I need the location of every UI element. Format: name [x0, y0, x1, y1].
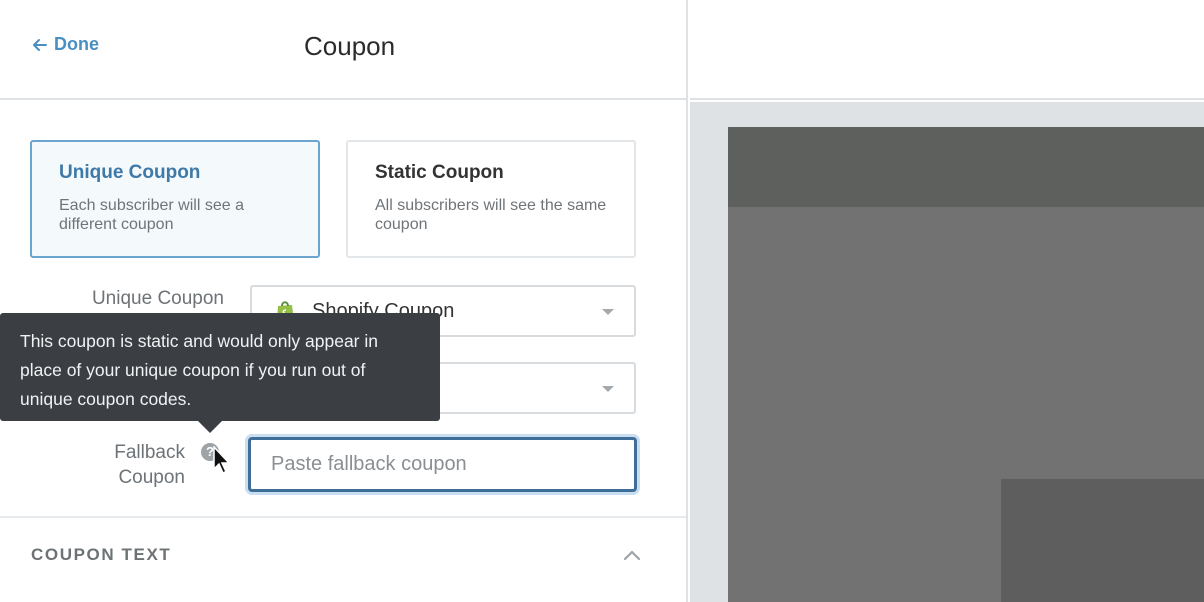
fallback-label-line2: Coupon [118, 467, 185, 488]
static-coupon-option[interactable]: Static Coupon All subscribers will see t… [346, 140, 636, 258]
chevron-down-icon [602, 386, 614, 392]
fallback-tooltip: This coupon is static and would only app… [0, 313, 440, 421]
done-label: Done [54, 34, 99, 54]
preview-header [690, 0, 1204, 100]
option-description: Each subscriber will see a different cou… [59, 197, 244, 233]
coupon-text-section-toggle[interactable]: COUPON TEXT [31, 545, 171, 565]
unique-coupon-label: Unique Coupon [91, 288, 224, 309]
arrow-left-icon [33, 38, 47, 51]
unique-coupon-option[interactable]: Unique Coupon Each subscriber will see a… [30, 140, 320, 258]
fallback-coupon-label: Fallback Coupon [80, 440, 185, 490]
fallback-label-line1: Fallback [114, 442, 185, 463]
section-divider [0, 516, 686, 518]
panel-header: Done Coupon [0, 0, 686, 100]
preview-inner-block [1001, 479, 1204, 602]
option-title: Unique Coupon [59, 162, 201, 183]
question-circle-icon[interactable]: ? [201, 443, 219, 461]
tooltip-arrow [198, 421, 222, 433]
option-title: Static Coupon [375, 162, 504, 183]
chevron-down-icon [602, 309, 614, 315]
page-title: Coupon [304, 31, 396, 61]
preview-topbar [728, 127, 1204, 207]
done-button[interactable]: Done [32, 34, 99, 55]
fallback-coupon-input[interactable] [248, 437, 637, 492]
tooltip-text: This coupon is static and would only app… [20, 331, 378, 409]
settings-panel: Done Coupon Unique Coupon Each subscribe… [0, 0, 688, 602]
option-description: All subscribers will see the same coupon [375, 197, 607, 233]
chevron-up-icon[interactable] [623, 549, 641, 561]
